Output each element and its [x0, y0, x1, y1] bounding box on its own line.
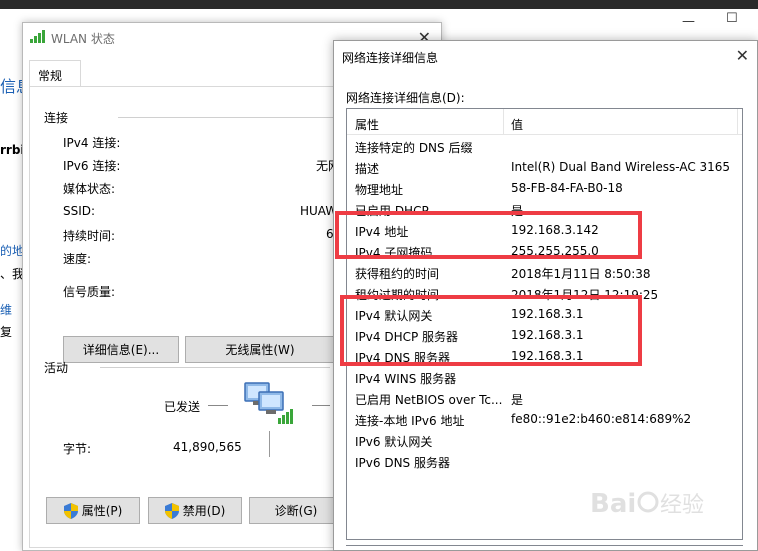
row-property: IPv6 默认网关 — [355, 435, 433, 449]
row-value: 是 — [511, 393, 524, 407]
row-property: 物理地址 — [355, 183, 404, 197]
network-computers-icon — [244, 382, 293, 424]
sent-line — [208, 405, 228, 406]
baidu-watermark-logo: Bai 经验 — [590, 489, 704, 519]
background-text: rrbi — [0, 143, 25, 157]
bytes-sent-value: 41,890,565 — [173, 440, 242, 454]
row-property: IPv6 DNS 服务器 — [355, 456, 450, 470]
sent-label: 已发送 — [164, 400, 201, 414]
background-taskbar-strip — [0, 0, 758, 9]
maximize-icon[interactable]: ☐ — [726, 11, 740, 26]
table-row[interactable]: IPv6 DNS 服务器 — [347, 451, 742, 472]
svg-text:经验: 经验 — [660, 493, 704, 518]
column-divider[interactable] — [503, 109, 504, 135]
properties-button[interactable]: 属性(P) — [46, 497, 140, 524]
column-divider[interactable] — [737, 109, 738, 135]
background-text: 复 — [0, 325, 13, 339]
background-link[interactable]: 的地 — [0, 242, 24, 259]
row-property: 连接-本地 IPv6 地址 — [355, 414, 465, 428]
received-line — [312, 405, 330, 406]
minimize-icon[interactable]: — — [682, 14, 696, 29]
table-row[interactable]: 物理地址 58-FB-84-FA-B0-18 — [347, 178, 742, 199]
field-label: IPv4 连接: — [63, 136, 121, 150]
signal-quality-label: 信号质量: — [63, 285, 116, 299]
table-row[interactable]: IPv4 WINS 服务器 — [347, 367, 742, 388]
dialog-title: 网络连接详细信息 — [342, 51, 439, 65]
uac-shield-icon — [164, 502, 179, 519]
row-property: IPv4 WINS 服务器 — [355, 372, 457, 386]
table-row[interactable]: IPv6 默认网关 — [347, 430, 742, 451]
wireless-properties-button[interactable]: 无线属性(W) — [185, 336, 335, 363]
diagnose-button[interactable]: 诊断(G) — [249, 497, 343, 524]
column-header-property[interactable]: 属性 — [355, 116, 379, 133]
field-label: IPv6 连接: — [63, 159, 121, 173]
disable-button[interactable]: 禁用(D) — [148, 497, 242, 524]
row-property: 获得租约的时间 — [355, 267, 440, 281]
row-property: 描述 — [355, 162, 380, 176]
row-value: 58-FB-84-FA-B0-18 — [511, 181, 623, 195]
row-value: fe80::91e2:b460:e814:689%2 — [511, 412, 692, 426]
details-list-label: 网络连接详细信息(D): — [346, 91, 465, 105]
close-icon[interactable]: ✕ — [736, 46, 749, 65]
table-row[interactable]: 连接-本地 IPv6 地址 fe80::91e2:b460:e814:689%2 — [347, 409, 742, 430]
field-label: 速度: — [63, 252, 92, 266]
details-button[interactable]: 详细信息(E)... — [63, 336, 179, 363]
table-row[interactable]: 已启用 NetBIOS over Tc... 是 — [347, 388, 742, 409]
wifi-signal-icon — [30, 30, 45, 43]
bytes-label: 字节: — [63, 442, 92, 456]
window-title: WLAN 状态 — [51, 32, 115, 46]
activity-section-title: 活动 — [44, 361, 69, 375]
field-label: SSID: — [63, 204, 96, 218]
field-label: 媒体状态: — [63, 182, 116, 196]
table-row[interactable]: 获得租约的时间 2018年1月11日 8:50:38 — [347, 262, 742, 283]
row-property: 已启用 NetBIOS over Tc... — [355, 393, 503, 407]
highlight-box-gateway-dns — [340, 295, 642, 366]
column-header-value[interactable]: 值 — [511, 116, 523, 133]
field-label: 持续时间: — [63, 229, 116, 243]
list-header: 属性 值 — [347, 109, 742, 135]
uac-shield-icon — [63, 502, 78, 519]
svg-text:Bai: Bai — [590, 489, 636, 519]
table-row[interactable]: 描述 Intel(R) Dual Band Wireless-AC 3165 — [347, 157, 742, 178]
row-value: Intel(R) Dual Band Wireless-AC 3165 — [511, 160, 731, 174]
background-text: 、我 — [0, 267, 25, 281]
section-divider — [100, 367, 330, 368]
tab-general[interactable]: 常规 — [29, 60, 81, 87]
highlight-box-ipv4-address — [335, 211, 642, 259]
field-value: HUAW — [300, 204, 338, 218]
activity-divider — [269, 431, 270, 457]
disable-button-label: 禁用(D) — [182, 504, 226, 518]
background-link[interactable]: 维 — [0, 301, 12, 318]
connection-section-title: 连接 — [44, 111, 69, 125]
dialog-bottom-divider — [346, 545, 743, 546]
table-row[interactable]: 连接特定的 DNS 后缀 — [347, 136, 742, 157]
properties-button-label: 属性(P) — [81, 504, 123, 518]
row-value: 2018年1月11日 8:50:38 — [511, 267, 651, 281]
row-property: 连接特定的 DNS 后缀 — [355, 141, 473, 155]
